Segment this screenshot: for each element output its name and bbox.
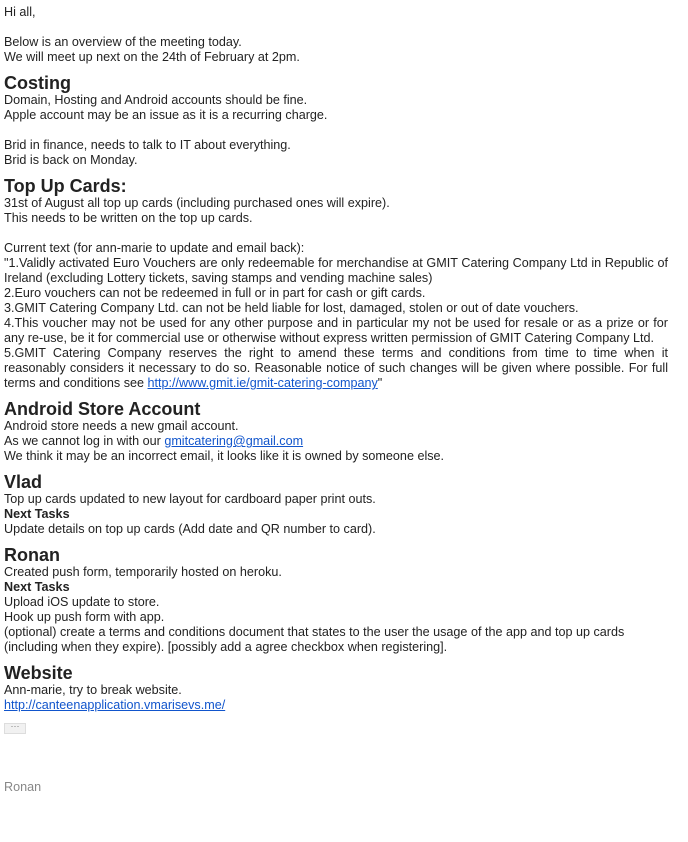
costing-line-2: Apple account may be an issue as it is a… — [4, 108, 328, 122]
vlad-task-1: Update details on top up cards (Add date… — [4, 522, 376, 536]
android-line-2: As we cannot log in with our gmitcaterin… — [4, 434, 668, 449]
greeting: Hi all, — [4, 5, 36, 19]
top-up-heading: Top Up Cards: — [4, 176, 127, 196]
terms-item-3: 3.GMIT Catering Company Ltd. can not be … — [4, 301, 579, 315]
email-link[interactable]: gmitcatering@gmail.com — [164, 434, 303, 448]
gmit-catering-link[interactable]: http://www.gmit.ie/gmit-catering-company — [148, 376, 378, 390]
website-link[interactable]: http://canteenapplication.vmarisevs.me/ — [4, 698, 225, 712]
costing-line-3: Brid in finance, needs to talk to IT abo… — [4, 138, 291, 152]
terms-close-quote: " — [377, 376, 383, 390]
android-line-3: We think it may be an incorrect email, i… — [4, 449, 445, 463]
ronan-task-1: Upload iOS update to store. — [4, 595, 160, 609]
android-heading: Android Store Account — [4, 399, 201, 419]
android-line-2-text: As we cannot log in with our — [4, 434, 165, 448]
signature: Ronan — [4, 780, 42, 794]
android-line-1: Android store needs a new gmail account. — [4, 419, 239, 433]
vlad-heading: Vlad — [4, 472, 43, 492]
website-line-1: Ann-marie, try to break website. — [4, 683, 182, 697]
terms-item-4: 4.This voucher may not be used for any o… — [4, 316, 668, 345]
ronan-task-3: (optional) create a terms and conditions… — [4, 625, 625, 654]
costing-line-1: Domain, Hosting and Android accounts sho… — [4, 93, 308, 107]
website-line-2: http://canteenapplication.vmarisevs.me/ — [4, 698, 668, 713]
ronan-task-2: Hook up push form with app. — [4, 610, 165, 624]
ronan-heading: Ronan — [4, 545, 60, 565]
email-body: Hi all, Below is an overview of the meet… — [0, 0, 672, 795]
intro-line-2: We will meet up next on the 24th of Febr… — [4, 50, 300, 64]
top-up-line-1: 31st of August all top up cards (includi… — [4, 196, 390, 210]
ronan-line-1: Created push form, temporarily hosted on… — [4, 565, 282, 579]
top-up-line-2: This needs to be written on the top up c… — [4, 211, 253, 225]
ronan-next-tasks-label: Next Tasks — [4, 580, 70, 594]
intro-line-1: Below is an overview of the meeting toda… — [4, 35, 242, 49]
costing-heading: Costing — [4, 73, 71, 93]
vlad-next-tasks-label: Next Tasks — [4, 507, 70, 521]
costing-line-4: Brid is back on Monday. — [4, 153, 138, 167]
show-trimmed-content-button[interactable]: ··· — [4, 722, 26, 734]
vlad-line-1: Top up cards updated to new layout for c… — [4, 492, 376, 506]
terms-item-2: 2.Euro vouchers can not be redeemed in f… — [4, 286, 426, 300]
website-heading: Website — [4, 663, 73, 683]
terms-item-1: "1.Validly activated Euro Vouchers are o… — [4, 256, 668, 285]
current-text-label: Current text (for ann-marie to update an… — [4, 241, 305, 255]
terms-item-5: 5.GMIT Catering Company reserves the rig… — [4, 346, 668, 391]
